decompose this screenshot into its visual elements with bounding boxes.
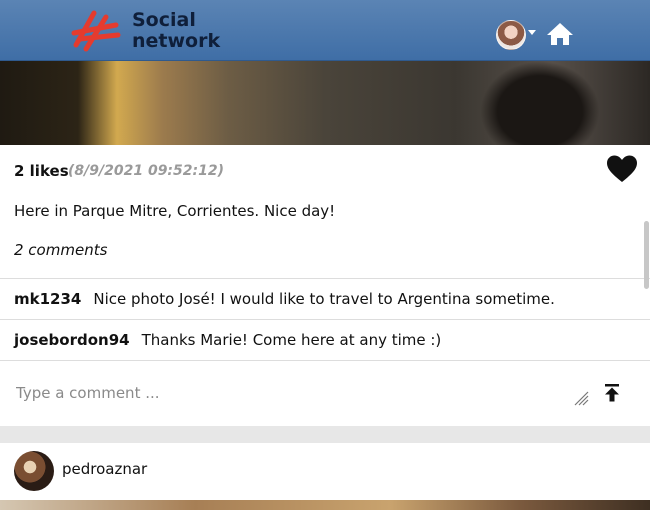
photo-shadow xyxy=(480,61,600,145)
scrollbar-thumb[interactable] xyxy=(644,221,649,289)
comment-text: Thanks Marie! Come here at any time :) xyxy=(141,331,442,349)
comment-user[interactable]: josebordon94 xyxy=(14,331,130,349)
post-photo[interactable] xyxy=(0,61,650,145)
social-network-logo-icon[interactable] xyxy=(70,9,122,53)
resize-grip-icon[interactable] xyxy=(573,390,589,406)
comment-user[interactable]: mk1234 xyxy=(14,290,81,308)
comment-item: mk1234 Nice photo José! I would like to t… xyxy=(14,290,555,308)
post-card: 2 likes (8/9/2021 09:52:12) Here in Parq… xyxy=(0,145,650,426)
brand-line-2: network xyxy=(132,30,221,52)
comment-input[interactable] xyxy=(0,361,650,425)
comment-item: josebordon94 Thanks Marie! Come here at a… xyxy=(14,331,441,349)
divider xyxy=(0,319,650,320)
next-post-header: pedroaznar xyxy=(0,443,650,500)
avatar[interactable] xyxy=(14,451,54,491)
user-avatar-menu[interactable] xyxy=(496,20,526,50)
top-header: Social network xyxy=(0,0,650,61)
heart-icon[interactable] xyxy=(606,154,638,184)
post-caption: Here in Parque Mitre, Corrientes. Nice d… xyxy=(14,202,336,220)
likes-count: 2 likes xyxy=(14,162,69,180)
comments-count[interactable]: 2 comments xyxy=(14,241,107,259)
send-arrow-up-icon[interactable] xyxy=(604,384,620,402)
brand-line-1: Social xyxy=(132,9,196,31)
next-post-photo[interactable] xyxy=(0,500,650,510)
post-author[interactable]: pedroaznar xyxy=(62,460,147,478)
comment-text: Nice photo José! I would like to travel … xyxy=(93,290,555,308)
divider xyxy=(0,278,650,279)
brand-name[interactable]: Social network xyxy=(132,10,220,52)
chevron-down-icon[interactable] xyxy=(528,30,536,35)
post-timestamp: (8/9/2021 09:52:12) xyxy=(68,163,224,179)
home-icon[interactable] xyxy=(546,22,574,46)
